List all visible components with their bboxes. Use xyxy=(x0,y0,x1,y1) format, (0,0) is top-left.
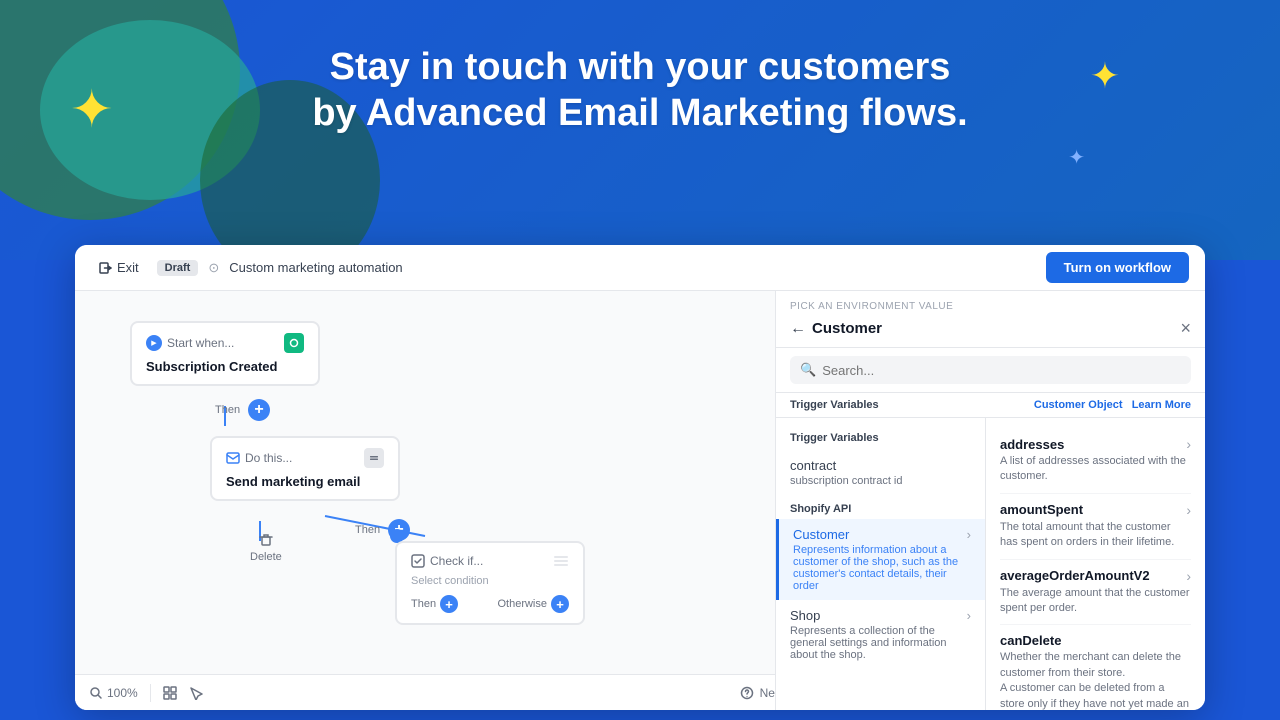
exit-button[interactable]: Exit xyxy=(91,256,147,279)
email-label-text: Send marketing email xyxy=(226,474,384,489)
start-icon xyxy=(146,335,162,351)
canvas-zoom: 100% xyxy=(89,686,138,700)
shop-chevron: › xyxy=(967,608,971,623)
toolbar: Exit Draft ⊙ Custom marketing automation… xyxy=(75,245,1205,291)
prop-averageorderamount[interactable]: averageOrderAmountV2 › The average amoun… xyxy=(1000,560,1191,626)
check-settings-icon xyxy=(553,553,569,569)
shopify-api-header: Shopify API xyxy=(776,495,985,519)
then2-label: Then xyxy=(355,524,380,536)
shop-desc: Represents a collection of the general s… xyxy=(790,625,971,661)
start-node: Start when... Subscription Created xyxy=(130,321,320,386)
start-label-text: Start when... xyxy=(167,336,234,350)
panel-content: Trigger Variables contract subscription … xyxy=(776,418,1205,710)
list-item-customer[interactable]: Customer › Represents information about … xyxy=(776,519,985,600)
panel-title: Customer xyxy=(812,320,882,337)
check-node: Check if... Select condition Then + xyxy=(395,541,585,625)
then3-label: Then xyxy=(411,598,436,610)
workflow-title: Custom marketing automation xyxy=(229,260,402,275)
delete-button[interactable]: Delete xyxy=(250,531,282,563)
zoom-label: 100% xyxy=(107,686,138,700)
columns-header: Trigger Variables Customer Object Learn … xyxy=(776,393,1205,418)
canvas-area: Start when... Subscription Created Then … xyxy=(75,291,835,710)
prop-candelete: canDelete Whether the merchant can delet… xyxy=(1000,625,1191,710)
learn-more-text[interactable]: Learn More xyxy=(1132,399,1191,411)
check-label-text: Check if... xyxy=(430,554,483,568)
hero-line2: by Advanced Email Marketing flows. xyxy=(0,91,1280,137)
panel-close-button[interactable]: × xyxy=(1180,318,1191,339)
contract-sub: subscription contract id xyxy=(790,475,971,487)
workflow-title-text: Custom marketing automation xyxy=(229,260,402,275)
otherwise-branch-btn[interactable]: + xyxy=(551,595,569,613)
right-panel: PICK AN ENVIRONMENT VALUE ← Customer × 🔍… xyxy=(775,291,1205,710)
separator: ⊙ xyxy=(208,260,219,276)
exit-icon xyxy=(99,261,113,275)
back-arrow-icon: ← xyxy=(790,320,806,338)
condition-placeholder: Select condition xyxy=(411,575,569,587)
panel-left-column: Trigger Variables contract subscription … xyxy=(776,418,986,710)
trash-icon xyxy=(257,531,275,549)
panel-right-column: addresses › A list of addresses associat… xyxy=(986,418,1205,710)
customer-desc: Represents information about a customer … xyxy=(793,544,971,592)
search-input[interactable] xyxy=(822,363,1181,378)
canvas-bottom-toolbar: 100% xyxy=(75,674,835,710)
delete-label: Delete xyxy=(250,551,282,563)
then1-label: Then xyxy=(215,404,240,416)
search-icon: 🔍 xyxy=(800,362,816,378)
toolbar-left: Exit Draft ⊙ Custom marketing automation xyxy=(91,256,403,279)
then-branch-btn[interactable]: + xyxy=(440,595,458,613)
cursor-icon xyxy=(189,686,203,700)
help-icon xyxy=(740,686,754,700)
learn-more-link[interactable]: Customer Object Learn More xyxy=(1034,399,1191,411)
contract-name: contract xyxy=(790,458,971,473)
turn-on-button[interactable]: Turn on workflow xyxy=(1046,252,1189,283)
star-small-icon: ✦ xyxy=(1068,145,1085,170)
exit-label: Exit xyxy=(117,260,139,275)
otherwise-label: Otherwise xyxy=(497,598,547,610)
do-label-text: Do this... xyxy=(245,451,292,465)
check-icon xyxy=(411,554,425,568)
hero-text: Stay in touch with your customers by Adv… xyxy=(0,45,1280,136)
grid-icon xyxy=(163,686,177,700)
panel-header: PICK AN ENVIRONMENT VALUE ← Customer × xyxy=(776,291,1205,348)
prop-amountspent[interactable]: amountSpent › The total amount that the … xyxy=(1000,494,1191,560)
hero-line1: Stay in touch with your customers xyxy=(0,45,1280,91)
then-connector-1: Then + xyxy=(215,399,270,421)
trigger-variables-header: Trigger Variables xyxy=(776,428,985,450)
col-header-right-text: Customer Object xyxy=(1034,399,1123,411)
list-item-contract[interactable]: contract subscription contract id xyxy=(776,450,985,495)
panel-back-button[interactable]: ← Customer xyxy=(790,320,882,338)
panel-env-label: PICK AN ENVIRONMENT VALUE xyxy=(790,301,1191,312)
subscription-created-text: Subscription Created xyxy=(146,359,304,374)
col-header-left: Trigger Variables xyxy=(790,399,879,411)
add-node-btn-1[interactable]: + xyxy=(248,399,270,421)
node-settings-btn[interactable] xyxy=(284,333,304,353)
email-node: Do this... Send marketing email xyxy=(170,436,400,501)
customer-chevron: › xyxy=(967,527,971,542)
shop-name: Shop xyxy=(790,608,820,623)
canvas-cursor-btn[interactable] xyxy=(189,686,203,700)
toolbar-right: Turn on workflow xyxy=(1046,252,1189,283)
email-icon xyxy=(226,452,240,464)
draft-badge: Draft xyxy=(157,260,199,276)
panel-search-area: 🔍 xyxy=(776,348,1205,393)
canvas-grid-btn[interactable] xyxy=(163,686,177,700)
cb-sep1 xyxy=(150,684,151,702)
customer-name: Customer xyxy=(793,527,849,542)
list-item-shop[interactable]: Shop › Represents a collection of the ge… xyxy=(776,600,985,669)
email-settings-btn[interactable] xyxy=(364,448,384,468)
zoom-icon xyxy=(89,686,103,700)
prop-addresses[interactable]: addresses › A list of addresses associat… xyxy=(1000,428,1191,494)
app-window: Exit Draft ⊙ Custom marketing automation… xyxy=(75,245,1205,710)
